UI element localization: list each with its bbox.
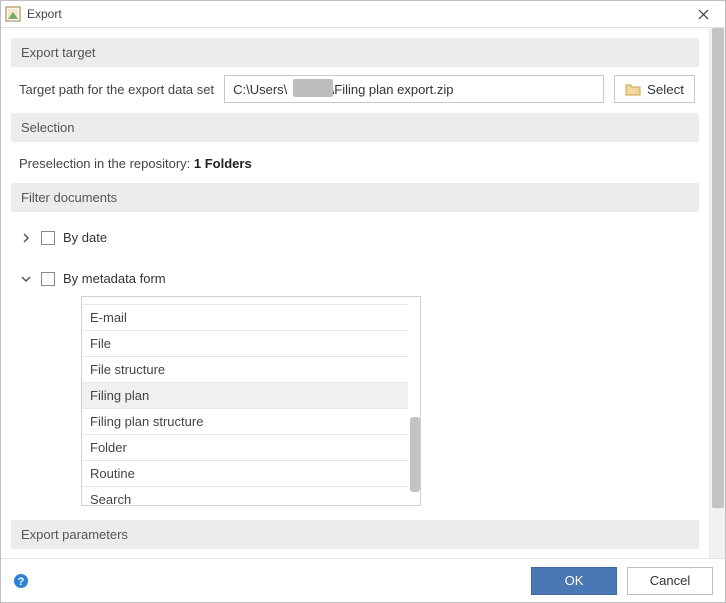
checkbox-by-date[interactable] [41, 231, 55, 245]
section-export-parameters: Export parameters [11, 520, 699, 549]
filter-by-date-label: By date [63, 230, 107, 245]
list-item[interactable]: Routine [82, 461, 408, 487]
help-icon: ? [13, 573, 29, 589]
window-title: Export [27, 7, 687, 21]
section-export-target: Export target [11, 38, 699, 67]
section-filter-documents: Filter documents [11, 183, 699, 212]
list-item[interactable]: Folder [82, 435, 408, 461]
chevron-right-icon [21, 233, 31, 243]
target-path-label: Target path for the export data set [19, 82, 214, 97]
list-item[interactable]: Filing plan structure [82, 409, 408, 435]
list-scrollbar[interactable] [410, 417, 420, 492]
collapse-by-metadata[interactable] [19, 272, 33, 286]
metadata-form-list: ELO user folder E-mail File File structu… [81, 296, 421, 506]
list-item[interactable]: File structure [82, 357, 408, 383]
cancel-button[interactable]: Cancel [627, 567, 713, 595]
dialog-content: Export target Target path for the export… [1, 28, 709, 558]
checkbox-by-metadata[interactable] [41, 272, 55, 286]
dialog-scrollbar-thumb[interactable] [712, 28, 724, 508]
help-button[interactable]: ? [13, 573, 29, 589]
close-icon [698, 9, 709, 20]
select-path-label: Select [647, 82, 684, 97]
list-item[interactable]: Filing plan [82, 383, 408, 409]
expand-by-date[interactable] [19, 231, 33, 245]
section-selection: Selection [11, 113, 699, 142]
list-item[interactable]: Search [82, 487, 408, 506]
ok-button[interactable]: OK [531, 567, 617, 595]
list-item[interactable]: ELO user folder [82, 296, 408, 305]
dialog-scrollbar-track[interactable] [709, 28, 725, 558]
target-path-input[interactable] [224, 75, 604, 103]
filter-by-metadata-label: By metadata form [63, 271, 166, 286]
list-item[interactable]: E-mail [82, 305, 408, 331]
preselection-prefix: Preselection in the repository: [19, 156, 194, 171]
close-button[interactable] [687, 1, 719, 27]
preselection-line: Preselection in the repository: 1 Folder… [11, 150, 699, 183]
app-icon [5, 6, 21, 22]
svg-text:?: ? [18, 576, 25, 588]
list-item[interactable]: File [82, 331, 408, 357]
preselection-value: 1 Folders [194, 156, 252, 171]
folder-icon [625, 83, 641, 96]
chevron-down-icon [21, 274, 31, 284]
select-path-button[interactable]: Select [614, 75, 695, 103]
